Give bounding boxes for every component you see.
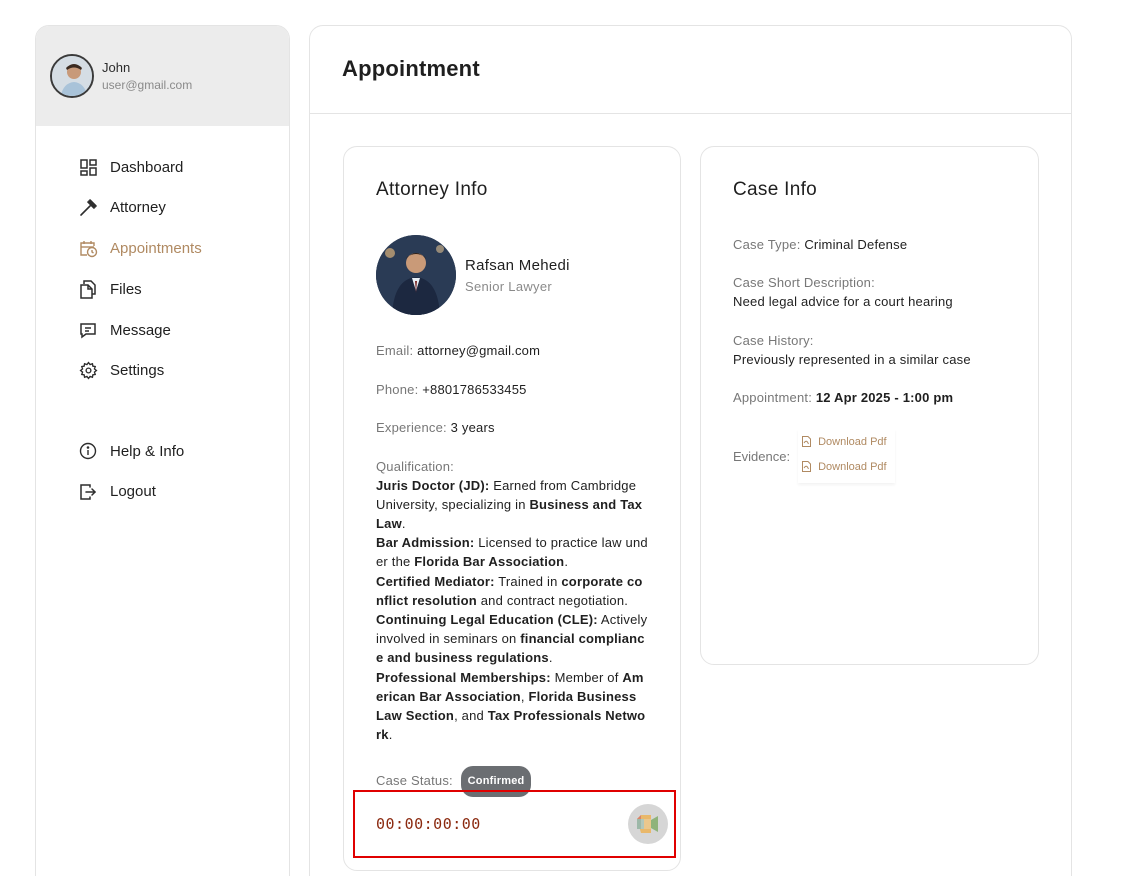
case-info-card: Case Info Case Type: Criminal Defense Ca… bbox=[700, 146, 1039, 665]
attorney-phone: Phone: +8801786533455 bbox=[376, 381, 527, 397]
case-card-title: Case Info bbox=[733, 179, 818, 200]
sidebar-item-label: Message bbox=[110, 321, 171, 339]
sidebar-item-help[interactable]: Help & Info bbox=[78, 440, 184, 462]
main-panel: Appointment Attorney Info Rafsan Mehedi bbox=[309, 25, 1072, 876]
qualification-list: Juris Doctor (JD): Earned from Cambridge… bbox=[376, 476, 648, 745]
pdf-icon bbox=[802, 461, 812, 472]
sidebar-item-dashboard[interactable]: Dashboard bbox=[78, 156, 202, 178]
attorney-photo bbox=[376, 235, 456, 315]
attorney-role: Senior Lawyer bbox=[465, 278, 552, 294]
attorney-name: Rafsan Mehedi bbox=[465, 256, 570, 274]
countdown-timer: 00:00:00:00 bbox=[376, 815, 481, 833]
attorney-header: Rafsan Mehedi Senior Lawyer bbox=[376, 235, 648, 315]
sidebar-item-label: Settings bbox=[110, 362, 165, 380]
evidence-list: Download Pdf Download Pdf bbox=[798, 429, 895, 483]
user-profile[interactable]: John user@gmail.com bbox=[36, 26, 289, 126]
attorney-experience: Experience: 3 years bbox=[376, 419, 495, 435]
calendar-clock-icon bbox=[78, 239, 98, 259]
qualification-label: Qualification: bbox=[376, 458, 454, 474]
sidebar: John user@gmail.com Dashboard Attorney A… bbox=[35, 25, 290, 876]
google-meet-icon bbox=[637, 815, 658, 833]
pdf-icon bbox=[802, 436, 812, 447]
qualification-item: Bar Admission: Licensed to practice law … bbox=[376, 535, 648, 570]
attorney-email: Email: attorney@gmail.com bbox=[376, 343, 541, 358]
avatar bbox=[50, 54, 94, 98]
evidence-section: Evidence: Download Pdf Download Pdf bbox=[733, 429, 1006, 483]
sidebar-item-logout[interactable]: Logout bbox=[78, 481, 184, 503]
sidebar-item-files[interactable]: Files bbox=[78, 278, 202, 300]
user-email: user@gmail.com bbox=[102, 78, 193, 92]
attorney-info-card: Attorney Info Rafsan Mehedi Senior Lawye… bbox=[343, 146, 681, 871]
files-icon bbox=[78, 279, 98, 299]
sidebar-item-message[interactable]: Message bbox=[78, 319, 202, 341]
sidebar-item-label: Attorney bbox=[110, 199, 166, 217]
sidebar-item-appointments[interactable]: Appointments bbox=[78, 238, 202, 260]
case-appointment: Appointment: 12 Apr 2025 - 1:00 pm bbox=[733, 390, 954, 405]
gavel-icon bbox=[78, 198, 98, 218]
qualification-item: Continuing Legal Education (CLE): Active… bbox=[376, 611, 648, 666]
sidebar-item-settings[interactable]: Settings bbox=[78, 360, 202, 382]
gear-icon bbox=[78, 361, 98, 381]
case-history: Case History: Previously represented in … bbox=[733, 333, 971, 367]
page-header: Appointment bbox=[310, 26, 1071, 114]
case-type: Case Type: Criminal Defense bbox=[733, 237, 908, 252]
user-name: John bbox=[102, 60, 131, 75]
qualification-item: Juris Doctor (JD): Earned from Cambridge… bbox=[376, 477, 643, 531]
sidebar-item-label: Appointments bbox=[110, 240, 202, 258]
sidebar-bottom-nav: Help & Info Logout bbox=[78, 440, 184, 522]
attorney-card-title: Attorney Info bbox=[376, 179, 488, 200]
sidebar-item-attorney[interactable]: Attorney bbox=[78, 197, 202, 219]
logout-icon bbox=[78, 482, 98, 502]
qualification-item: Certified Mediator: Trained in corporate… bbox=[376, 573, 643, 608]
page-title: Appointment bbox=[342, 56, 480, 81]
sidebar-item-label: Dashboard bbox=[110, 158, 184, 176]
case-description: Case Short Description: Need legal advic… bbox=[733, 275, 953, 309]
google-meet-button[interactable] bbox=[628, 804, 668, 844]
meeting-timer-bar: 00:00:00:00 bbox=[353, 790, 676, 858]
sidebar-item-label: Help & Info bbox=[110, 442, 185, 460]
sidebar-nav: Dashboard Attorney Appointments Files Me… bbox=[78, 156, 202, 401]
info-icon bbox=[78, 441, 98, 461]
download-pdf-link[interactable]: Download Pdf bbox=[802, 454, 887, 479]
sidebar-item-label: Files bbox=[110, 280, 142, 298]
message-icon bbox=[78, 320, 98, 340]
download-pdf-link[interactable]: Download Pdf bbox=[802, 429, 887, 454]
qualification-item: Professional Memberships: Member of Amer… bbox=[376, 669, 646, 743]
sidebar-item-label: Logout bbox=[110, 483, 156, 501]
dashboard-icon bbox=[78, 157, 98, 177]
